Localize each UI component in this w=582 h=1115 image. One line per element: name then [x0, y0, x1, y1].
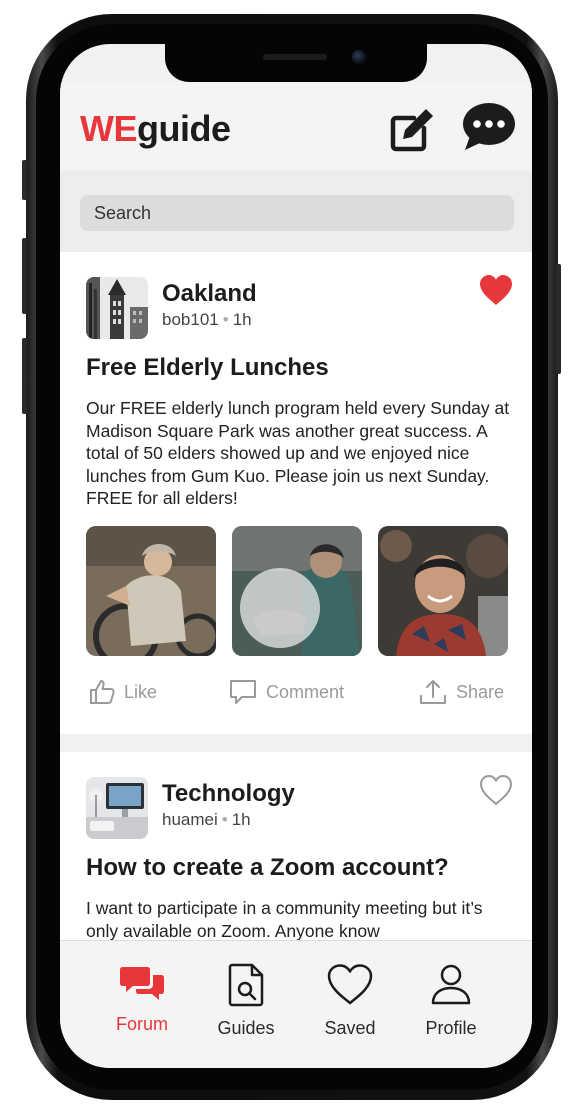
post-time: 1h: [231, 810, 251, 829]
profile-icon: [431, 964, 471, 1005]
like-button[interactable]: Like: [88, 672, 157, 712]
post-card[interactable]: Technology huamei • 1h How to create a Zoo…: [60, 752, 532, 952]
post-body: I want to participate in a community mee…: [86, 898, 483, 941]
volume-down-button: [22, 338, 27, 414]
tab-forum[interactable]: Forum: [97, 963, 187, 1035]
post-category[interactable]: Oakland: [162, 280, 257, 308]
compose-icon[interactable]: [388, 104, 438, 159]
post-title[interactable]: Free Elderly Lunches: [86, 354, 329, 382]
post-meta: bob101 • 1h: [162, 310, 252, 329]
favorite-heart-icon[interactable]: [478, 274, 514, 312]
post-photo[interactable]: [86, 526, 216, 656]
like-label: Like: [124, 681, 158, 702]
tab-guides[interactable]: Guides: [201, 963, 291, 1039]
post-author[interactable]: bob101: [162, 310, 219, 329]
tab-profile[interactable]: Profile: [406, 963, 496, 1039]
post-title[interactable]: How to create a Zoom account?: [86, 854, 449, 882]
bottom-tab-bar: Forum Guides Saved Profile: [60, 940, 532, 1068]
guide-document-icon: [228, 963, 264, 1007]
volume-up-button: [22, 238, 27, 314]
post-body: Our FREE elderly lunch program held ever…: [86, 398, 510, 508]
front-camera: [352, 50, 366, 64]
tab-saved[interactable]: Saved: [305, 963, 395, 1039]
tab-label: Saved: [324, 1018, 376, 1038]
forum-icon: [120, 967, 164, 1000]
search-input[interactable]: Search: [80, 195, 514, 231]
app-screen: WEguide Search Oakland bob101 • 1h Free …: [60, 44, 532, 1068]
comment-button[interactable]: Comment: [228, 672, 344, 712]
tab-label: Profile: [425, 1018, 477, 1038]
comment-label: Comment: [266, 681, 345, 702]
share-label: Share: [456, 681, 505, 702]
post-meta: huamei • 1h: [162, 810, 251, 829]
phone-notch: [165, 44, 427, 82]
tab-label: Guides: [217, 1018, 275, 1038]
post-photo[interactable]: [378, 526, 508, 656]
favorite-heart-icon[interactable]: [478, 774, 514, 812]
post-time: 1h: [232, 310, 252, 329]
share-button[interactable]: Share: [418, 672, 504, 712]
earpiece-speaker: [263, 54, 327, 60]
app-header: WEguide: [60, 82, 532, 171]
power-button: [556, 264, 561, 374]
post-category[interactable]: Technology: [162, 780, 295, 808]
post-author[interactable]: huamei: [162, 810, 218, 829]
app-logo: WEguide: [80, 108, 231, 149]
search-section: Search: [60, 170, 532, 252]
heart-icon: [327, 964, 373, 1005]
post-card[interactable]: Oakland bob101 • 1h Free Elderly Lunches O…: [60, 252, 532, 734]
post-photo[interactable]: [232, 526, 362, 656]
post-avatar: [86, 777, 148, 839]
tab-label: Forum: [115, 1014, 168, 1034]
silent-switch: [22, 160, 27, 200]
post-avatar: [86, 277, 148, 339]
chat-bubble-icon[interactable]: [462, 102, 516, 157]
